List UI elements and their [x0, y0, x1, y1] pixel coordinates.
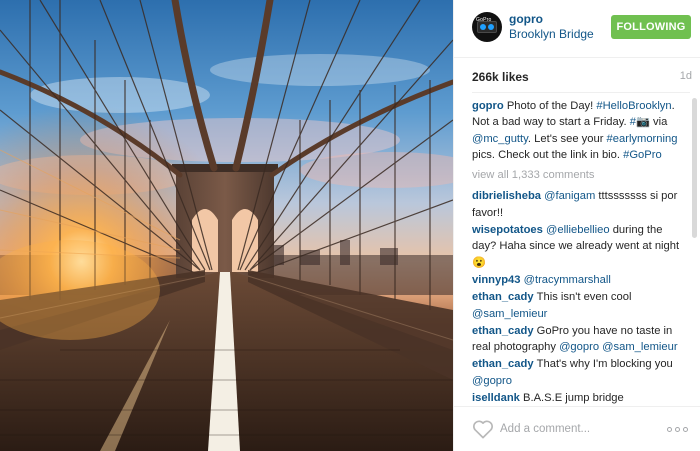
more-options-icon[interactable]	[667, 427, 689, 433]
gopro-avatar[interactable]: GoPro	[472, 12, 502, 42]
comment-link[interactable]: @fanigam	[544, 190, 595, 202]
comment-text: This isn't even cool	[536, 291, 632, 304]
likes-row: 266k likes 1d	[472, 70, 692, 86]
comment-username[interactable]: ethan_cady	[472, 291, 537, 303]
comment-item: iselldank B.A.S.E jump bridge	[472, 390, 682, 404]
comment-item: ethan_cady GoPro you have no taste in re…	[472, 323, 682, 356]
heart-icon[interactable]	[472, 419, 494, 439]
comment-text: That's why I'm blocking you	[536, 358, 673, 371]
comment-item: ethan_cady This isn't even cool @sam_lem…	[472, 289, 682, 322]
divider	[472, 92, 690, 93]
following-button[interactable]: FOLLOWING	[611, 15, 691, 39]
comments-scrollbar[interactable]	[692, 98, 697, 238]
comment-text: B.A.S.E jump bridge	[523, 392, 624, 404]
comment-username[interactable]: ethan_cady	[472, 325, 537, 337]
comment-item: wisepotatoes @elliebellieo during the da…	[472, 222, 682, 271]
post-photo[interactable]	[0, 0, 453, 451]
comment-item: vinnyp43 @tracymmarshall	[472, 272, 682, 288]
post-author-username[interactable]: gopro	[509, 12, 543, 26]
caption-text: Photo of the Day!	[506, 100, 597, 112]
add-comment-input[interactable]	[500, 420, 660, 438]
caption-text: pics. Check out the link in bio.	[472, 148, 624, 161]
caption-link[interactable]: #GoPro	[623, 149, 662, 161]
comment-item: dibrielisheba @fanigam tttsssssss si por…	[472, 188, 682, 221]
comment-username[interactable]: dibrielisheba	[472, 190, 544, 202]
caption-link[interactable]: #HelloBrooklyn	[596, 100, 671, 112]
brooklyn-bridge-photo	[0, 0, 453, 451]
post-caption: gopro Photo of the Day! #HelloBrooklyn . …	[472, 98, 682, 163]
comment-username[interactable]: vinnyp43	[472, 274, 524, 286]
comment-link[interactable]: @gopro	[472, 375, 512, 387]
comment-username[interactable]: iselldank	[472, 392, 523, 404]
comment-link[interactable]: @elliebellieo	[546, 224, 610, 236]
caption-text: . Let's see your	[527, 132, 607, 145]
comment-link[interactable]: @gopro	[559, 341, 599, 353]
comment-item: ethan_cady That's why I'm blocking you @…	[472, 356, 682, 389]
comment-username[interactable]: ethan_cady	[472, 358, 537, 370]
post-side-panel: GoPro gopro Brooklyn Bridge FOLLOWING 26…	[453, 0, 700, 451]
comment-link[interactable]: @sam_lemieur	[472, 308, 547, 320]
post-location[interactable]: Brooklyn Bridge	[509, 27, 594, 41]
likes-count[interactable]: 266k likes	[472, 70, 529, 84]
comment-items: dibrielisheba @fanigam tttsssssss si por…	[472, 188, 682, 404]
caption-link[interactable]: #earlymorning	[607, 133, 678, 145]
post-header: GoPro gopro Brooklyn Bridge FOLLOWING	[454, 0, 700, 58]
caption-link[interactable]: @mc_gutty	[472, 133, 528, 145]
camera-logo-icon	[477, 21, 497, 33]
comments-list: gopro Photo of the Day! #HelloBrooklyn . …	[472, 98, 682, 404]
comment-username[interactable]: wisepotatoes	[472, 224, 546, 236]
post-footer	[454, 406, 700, 451]
caption-text: via	[649, 116, 668, 129]
caption-link[interactable]: #📷	[630, 116, 650, 128]
post-time[interactable]: 1d	[680, 70, 692, 82]
comment-link[interactable]: @tracymmarshall	[524, 274, 611, 286]
caption-username[interactable]: gopro	[472, 100, 507, 112]
view-all-comments-link[interactable]: view all 1,333 comments	[472, 167, 682, 183]
instagram-post: GoPro gopro Brooklyn Bridge FOLLOWING 26…	[0, 0, 700, 451]
comment-link[interactable]: @sam_lemieur	[602, 341, 677, 353]
